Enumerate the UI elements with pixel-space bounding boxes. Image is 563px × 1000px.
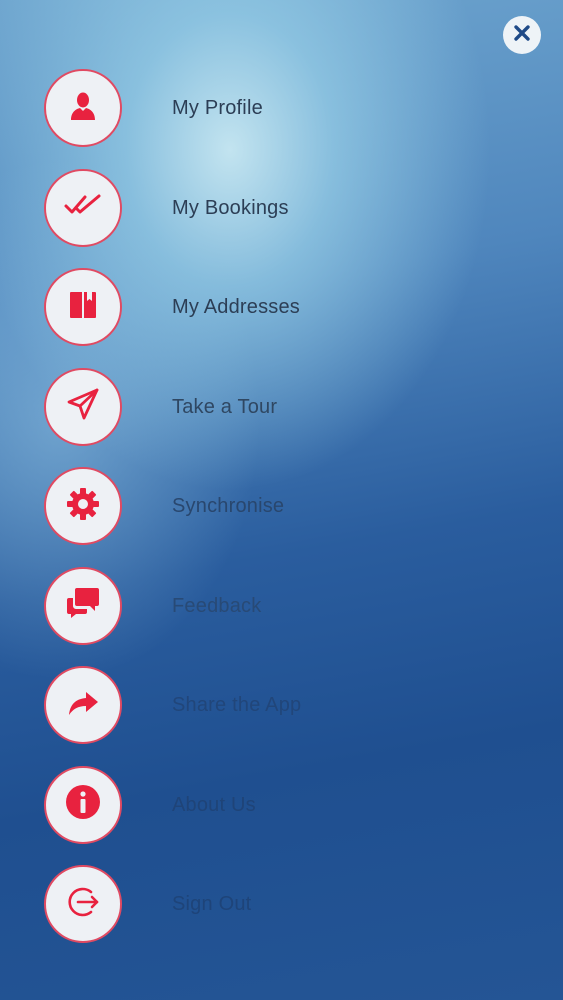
menu-icon-circle bbox=[44, 168, 122, 247]
gear-icon bbox=[65, 486, 101, 527]
double-check-icon bbox=[63, 190, 103, 225]
menu-label: Sign Out bbox=[172, 893, 252, 915]
menu-list: My Profile My Bookings My Addresses Take… bbox=[44, 69, 301, 965]
menu-item-share-the-app[interactable]: Share the App bbox=[44, 666, 301, 766]
menu-label: Feedback bbox=[172, 594, 262, 617]
menu-icon-circle bbox=[44, 865, 122, 943]
menu-item-sign-out[interactable]: Sign Out bbox=[44, 865, 301, 965]
close-button[interactable] bbox=[503, 16, 541, 54]
menu-icon-circle bbox=[44, 69, 122, 147]
menu-label: About Us bbox=[172, 793, 256, 816]
menu-label: Synchronise bbox=[172, 495, 285, 517]
book-icon bbox=[66, 288, 100, 327]
menu-icon-circle bbox=[44, 268, 122, 346]
side-menu-screen: My Profile My Bookings My Addresses Take… bbox=[0, 0, 563, 1000]
menu-item-my-addresses[interactable]: My Addresses bbox=[44, 268, 301, 368]
menu-item-my-profile[interactable]: My Profile bbox=[44, 69, 301, 169]
user-icon bbox=[66, 89, 100, 128]
menu-label: Take a Tour bbox=[172, 395, 278, 418]
paper-plane-icon bbox=[65, 386, 101, 427]
menu-item-take-a-tour[interactable]: Take a Tour bbox=[44, 367, 301, 468]
share-icon bbox=[66, 686, 100, 725]
menu-label: My Bookings bbox=[172, 196, 289, 219]
close-icon bbox=[512, 23, 532, 48]
menu-item-feedback[interactable]: Feedback bbox=[44, 566, 301, 667]
info-icon bbox=[64, 783, 102, 826]
menu-icon-circle bbox=[44, 467, 122, 545]
menu-label: My Addresses bbox=[172, 296, 301, 318]
chat-icon bbox=[65, 586, 101, 625]
menu-item-about-us[interactable]: About Us bbox=[44, 765, 301, 866]
menu-icon-circle bbox=[44, 765, 122, 844]
menu-item-my-bookings[interactable]: My Bookings bbox=[44, 168, 301, 269]
menu-label: Share the App bbox=[172, 694, 302, 716]
menu-icon-circle bbox=[44, 666, 122, 744]
menu-label: My Profile bbox=[172, 97, 263, 119]
menu-icon-circle bbox=[44, 367, 122, 446]
menu-item-synchronise[interactable]: Synchronise bbox=[44, 467, 301, 567]
sign-out-icon bbox=[64, 883, 102, 926]
menu-icon-circle bbox=[44, 566, 122, 645]
